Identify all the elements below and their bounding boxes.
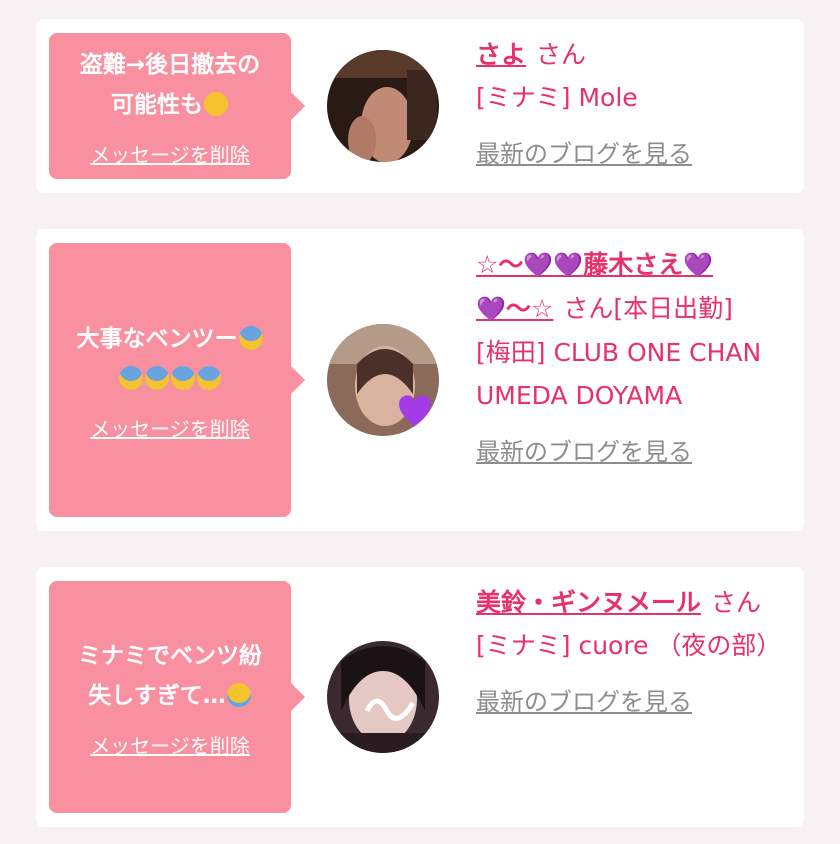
purple-heart-icon: 💜 xyxy=(523,251,554,279)
face-screaming-icon xyxy=(238,325,263,350)
latest-blog-link[interactable]: 最新のブログを見る xyxy=(476,681,794,724)
shop-name: [ミナミ] Mole xyxy=(476,83,638,112)
latest-blog-link[interactable]: 最新のブログを見る xyxy=(476,431,794,474)
message-bubble: 盗難→後日撤去の 可能性も メッセージを削除 xyxy=(49,33,305,179)
purple-heart-icon: 💜 xyxy=(553,251,584,279)
profile-info: ☆〜💜💜藤木さえ💜 💜〜☆ さん[本日出勤] [梅田] CLUB ONE CHAN … xyxy=(476,243,794,474)
shop-name: [梅田] CLUB ONE CHAN UMEDA DOYAMA xyxy=(476,338,762,410)
message-card-3: ミナミでベンツ紛 失しすぎて… メッセージを削除 美鈴・ギンヌメール さん [ミナ… xyxy=(36,567,804,827)
purple-heart-icon: 💜 xyxy=(476,295,506,323)
shop-name: [ミナミ] cuore （夜の部） xyxy=(476,631,782,660)
cast-name-link[interactable]: 美鈴・ギンヌメール xyxy=(476,588,701,617)
delete-message-link[interactable]: メッセージを削除 xyxy=(90,730,250,759)
message-bubble: ミナミでベンツ紛 失しすぎて… メッセージを削除 xyxy=(49,581,305,813)
thinking-face-icon xyxy=(204,91,228,116)
profile-info: 美鈴・ギンヌメール さん [ミナミ] cuore （夜の部） 最新のブログを見る xyxy=(476,581,794,724)
loudly-crying-face-icon xyxy=(226,682,251,707)
honorific: さん[本日出勤] xyxy=(563,294,733,323)
message-card-1: 盗難→後日撤去の 可能性も メッセージを削除 さよ さん [ミナミ] Mole 最… xyxy=(36,19,804,193)
face-screaming-icon xyxy=(197,365,221,390)
profile-info: さよ さん [ミナミ] Mole 最新のブログを見る xyxy=(476,33,794,176)
message-card-2: 大事なベンツー メッセージを削除 ☆〜💜💜藤木さえ💜 💜〜☆ さん[本日出勤] [梅… xyxy=(36,229,804,531)
message-text: 大事なベンツー xyxy=(69,319,272,399)
honorific: さん xyxy=(711,588,762,617)
latest-blog-link[interactable]: 最新のブログを見る xyxy=(476,133,794,176)
cast-name-line: ☆〜💜💜藤木さえ💜 💜〜☆ さん[本日出勤] xyxy=(476,243,794,331)
message-bubble: 大事なベンツー メッセージを削除 xyxy=(49,243,305,517)
message-text: ミナミでベンツ紛 失しすぎて… xyxy=(78,642,262,709)
face-screaming-icon xyxy=(171,365,195,390)
avatar[interactable] xyxy=(327,50,439,162)
honorific: さん xyxy=(536,40,587,69)
delete-message-link[interactable]: メッセージを削除 xyxy=(90,413,250,442)
purple-heart-icon: 💜 xyxy=(683,251,714,279)
delete-message-link[interactable]: メッセージを削除 xyxy=(90,139,250,168)
face-screaming-icon xyxy=(119,365,143,390)
face-screaming-icon xyxy=(145,365,169,390)
cast-name-link[interactable]: さよ xyxy=(476,40,526,69)
avatar[interactable] xyxy=(327,641,439,753)
avatar[interactable] xyxy=(327,324,439,436)
message-text: 盗難→後日撤去の 可能性も xyxy=(79,51,261,118)
